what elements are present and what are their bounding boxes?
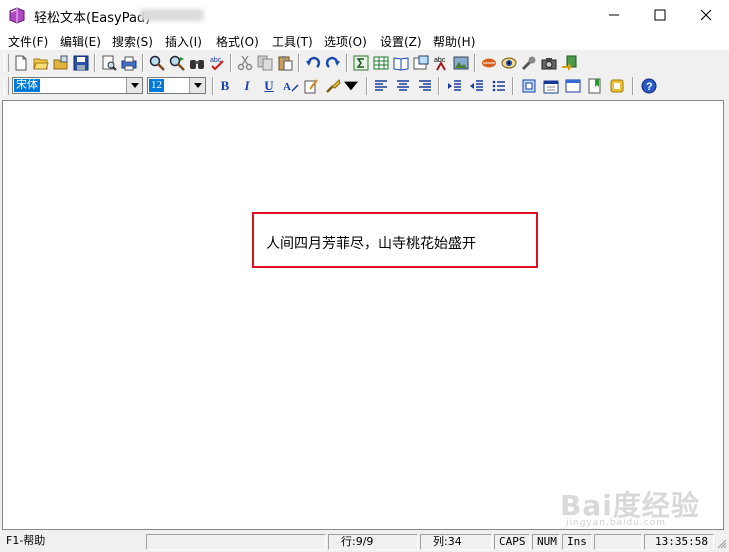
chevron-down-icon[interactable] — [126, 78, 142, 93]
minimize-icon — [609, 14, 619, 16]
new-file-icon[interactable] — [12, 54, 30, 72]
align-center-icon[interactable] — [394, 77, 412, 95]
close-button[interactable] — [683, 0, 729, 30]
status-help: F1-帮助 — [6, 534, 46, 547]
status-row: 行:9/9 — [328, 534, 418, 550]
status-caps: CAPS — [494, 534, 530, 550]
toolbar-grip[interactable] — [4, 77, 9, 95]
menu-format[interactable]: 格式(O) — [216, 33, 259, 50]
help-circle-icon[interactable]: ? — [640, 77, 658, 95]
status-blank — [146, 534, 326, 550]
chevron-down-icon[interactable] — [189, 78, 205, 93]
status-col: 列:34 — [420, 534, 492, 550]
font-size-combo[interactable]: 12 — [147, 77, 206, 94]
print-icon[interactable] — [120, 54, 138, 72]
underline-button[interactable]: U — [260, 77, 278, 95]
status-num: NUM — [532, 534, 560, 550]
find-icon[interactable] — [148, 54, 166, 72]
redo-icon[interactable] — [324, 54, 342, 72]
font-name-combo[interactable]: 宋体 — [12, 77, 143, 94]
open-folder-icon[interactable] — [32, 54, 50, 72]
binoculars-icon[interactable] — [188, 54, 206, 72]
toolbar-grip[interactable] — [4, 54, 9, 72]
standard-toolbar: abc abc — [2, 52, 727, 74]
app-book-icon[interactable] — [8, 6, 26, 24]
highlight-annotation-box — [252, 212, 538, 268]
baidu-watermark-url: jingyan.baidu.com — [566, 518, 667, 528]
font-name-value: 宋体 — [14, 79, 40, 92]
status-ins: Ins — [562, 534, 592, 550]
menu-bar: 文件(F) 编辑(E) 搜索(S) 插入(I) 格式(O) 工具(T) 选项(O… — [0, 30, 729, 50]
font-size-value: 12 — [149, 79, 164, 92]
cut-icon[interactable] — [236, 54, 254, 72]
camera-icon[interactable] — [540, 54, 558, 72]
maximize-button[interactable] — [637, 0, 683, 30]
minimize-button[interactable] — [591, 0, 637, 30]
print-preview-icon[interactable] — [100, 54, 118, 72]
menu-insert[interactable]: 插入(I) — [165, 33, 202, 50]
format-painter-icon[interactable] — [324, 77, 342, 95]
edit-note-icon[interactable] — [302, 77, 320, 95]
text-art-icon[interactable]: abc — [432, 54, 450, 72]
page-icon[interactable] — [520, 77, 538, 95]
maximize-icon — [654, 9, 666, 21]
underline-icon: U — [264, 78, 274, 93]
image-icon[interactable] — [452, 54, 470, 72]
lips-icon[interactable] — [480, 54, 498, 72]
tools-icon[interactable] — [520, 54, 538, 72]
bold-button[interactable]: B — [216, 77, 234, 95]
menu-settings[interactable]: 设置(Z) — [380, 33, 422, 50]
calendar-icon[interactable] — [542, 77, 560, 95]
menu-search[interactable]: 搜索(S) — [112, 33, 153, 50]
note-icon[interactable] — [608, 77, 626, 95]
italic-button[interactable]: I — [238, 77, 256, 95]
save-icon[interactable] — [72, 54, 90, 72]
bold-icon: B — [220, 78, 230, 93]
format-toolbar: 宋体 12 B I U A ? — [2, 75, 727, 97]
title-bar: 轻松文本(EasyPad) — [0, 0, 729, 30]
indent-icon[interactable] — [446, 77, 464, 95]
menu-edit[interactable]: 编辑(E) — [60, 33, 101, 50]
font-size-adjust-icon[interactable]: A — [282, 77, 300, 95]
align-right-icon[interactable] — [416, 77, 434, 95]
eye-icon[interactable] — [500, 54, 518, 72]
menu-tools[interactable]: 工具(T) — [272, 33, 313, 50]
menu-options[interactable]: 选项(O) — [324, 33, 367, 50]
list-icon[interactable] — [490, 77, 508, 95]
svg-text:A: A — [283, 81, 291, 93]
menu-help[interactable]: 帮助(H) — [433, 33, 475, 50]
spellcheck-icon[interactable]: abc — [208, 54, 226, 72]
book-icon[interactable] — [392, 54, 410, 72]
find-next-icon[interactable] — [168, 54, 186, 72]
align-left-icon[interactable] — [372, 77, 390, 95]
bookmark-icon[interactable] — [586, 77, 604, 95]
menu-file[interactable]: 文件(F) — [8, 33, 48, 50]
title-blurred-path — [140, 9, 204, 21]
open-recent-icon[interactable] — [52, 54, 70, 72]
copy-icon[interactable] — [256, 54, 274, 72]
sum-icon[interactable] — [352, 54, 370, 72]
status-time: 13:35:58 — [644, 534, 714, 550]
export-icon[interactable] — [560, 54, 578, 72]
italic-icon: I — [244, 78, 250, 93]
insert-object-icon[interactable] — [412, 54, 430, 72]
outdent-icon[interactable] — [468, 77, 486, 95]
table-icon[interactable] — [372, 54, 390, 72]
chevron-down-icon[interactable] — [344, 77, 358, 95]
close-icon — [700, 9, 712, 21]
status-empty — [594, 534, 642, 550]
window-title: 轻松文本(EasyPad) — [34, 11, 151, 26]
svg-text:?: ? — [646, 81, 653, 93]
text-editor-area[interactable] — [2, 100, 724, 530]
status-bar: F1-帮助 行:9/9 列:34 CAPS NUM Ins 13:35:58 — [0, 532, 729, 552]
window-icon[interactable] — [564, 77, 582, 95]
paste-icon[interactable] — [276, 54, 294, 72]
resize-grip-icon[interactable] — [716, 538, 727, 549]
undo-icon[interactable] — [304, 54, 322, 72]
